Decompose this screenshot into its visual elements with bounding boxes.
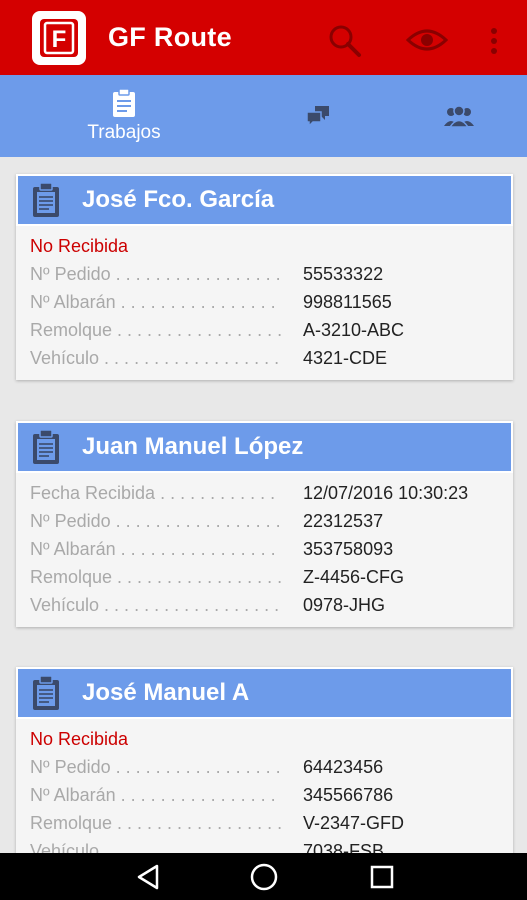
recents-icon[interactable]: [366, 861, 398, 893]
field-row: Nº Pedido . . . . . . . . . . . . . . . …: [30, 260, 513, 288]
card-body: No Recibida Nº Pedido . . . . . . . . . …: [16, 226, 513, 380]
card-header: José Fco. García: [16, 174, 513, 226]
clipboard-icon: [26, 673, 66, 713]
field-value: 22312537: [303, 511, 384, 531]
field-value: 345566786: [303, 785, 394, 805]
status-label: No Recibida: [30, 729, 129, 749]
field-value: 0978-JHG: [303, 595, 386, 615]
field-row: Nº Albarán . . . . . . . . . . . . . . .…: [30, 781, 513, 809]
more-vert-icon[interactable]: [488, 26, 500, 61]
field-label: Vehículo . . . . . . . . . . . . . . . .…: [30, 595, 280, 615]
field-label: Vehículo . . . . . . . . . . . . . . . .…: [30, 841, 280, 853]
field-label: Vehículo . . . . . . . . . . . . . . . .…: [30, 348, 280, 368]
field-label: Nº Pedido . . . . . . . . . . . . . . . …: [30, 264, 281, 284]
app-logo: F: [32, 11, 86, 65]
logo-icon: F: [40, 19, 78, 57]
tab-chat[interactable]: [300, 75, 336, 157]
card-header: Juan Manuel López: [16, 421, 513, 473]
field-row: Remolque . . . . . . . . . . . . . . . .…: [30, 563, 513, 591]
field-label: Fecha Recibida . . . . . . . . . . . .: [30, 483, 276, 503]
chat-icon: [306, 106, 329, 128]
field-value: A-3210-ABC: [303, 320, 405, 340]
field-value: 7038-FSB: [303, 841, 385, 853]
field-value: 353758093: [303, 539, 394, 559]
status-label: No Recibida: [30, 236, 129, 256]
job-list[interactable]: José Fco. García No Recibida Nº Pedido .…: [0, 157, 527, 853]
field-label: Remolque . . . . . . . . . . . . . . . .…: [30, 320, 283, 340]
field-row: Fecha Recibida . . . . . . . . . . . . 1…: [30, 479, 513, 507]
field-value: 64423456: [303, 757, 384, 777]
job-card[interactable]: Juan Manuel López Fecha Recibida . . . .…: [16, 421, 513, 627]
field-value: 12/07/2016 10:30:23: [303, 483, 469, 503]
field-label: Remolque . . . . . . . . . . . . . . . .…: [30, 813, 283, 833]
svg-text:F: F: [52, 26, 67, 53]
field-label: Remolque . . . . . . . . . . . . . . . .…: [30, 567, 283, 587]
field-label: Nº Albarán . . . . . . . . . . . . . . .…: [30, 785, 276, 805]
card-name: Juan Manuel López: [82, 433, 304, 460]
job-card[interactable]: José Fco. García No Recibida Nº Pedido .…: [16, 174, 513, 380]
eye-icon[interactable]: [405, 26, 449, 59]
field-value: 998811565: [303, 292, 392, 312]
field-label: Nº Pedido . . . . . . . . . . . . . . . …: [30, 511, 281, 531]
field-row: Remolque . . . . . . . . . . . . . . . .…: [30, 809, 513, 837]
search-icon[interactable]: [326, 22, 362, 63]
clipboard-icon: [113, 88, 135, 117]
card-header: José Manuel A: [16, 667, 513, 719]
clipboard-icon: [26, 427, 66, 467]
field-row: Vehículo . . . . . . . . . . . . . . . .…: [30, 591, 513, 619]
card-body: No Recibida Nº Pedido . . . . . . . . . …: [16, 719, 513, 853]
field-row: Nº Albarán . . . . . . . . . . . . . . .…: [30, 535, 513, 563]
field-value: V-2347-GFD: [303, 813, 405, 833]
home-icon[interactable]: [248, 861, 280, 893]
back-icon[interactable]: [132, 861, 164, 893]
field-row: Remolque . . . . . . . . . . . . . . . .…: [30, 316, 513, 344]
field-row: Nº Pedido . . . . . . . . . . . . . . . …: [30, 507, 513, 535]
tab-trabajos[interactable]: Trabajos: [84, 75, 164, 157]
tab-label: Trabajos: [87, 122, 161, 143]
field-row: Nº Albarán . . . . . . . . . . . . . . .…: [30, 288, 513, 316]
group-icon: [444, 105, 474, 128]
field-label: Nº Pedido . . . . . . . . . . . . . . . …: [30, 757, 281, 777]
clipboard-icon: [26, 180, 66, 220]
field-label: Nº Albarán . . . . . . . . . . . . . . .…: [30, 292, 276, 312]
card-name: José Manuel A: [82, 679, 250, 706]
system-nav-bar: [0, 853, 527, 900]
field-value: 4321-CDE: [303, 348, 388, 368]
card-body: Fecha Recibida . . . . . . . . . . . . 1…: [16, 473, 513, 627]
tab-bar: Trabajos: [0, 75, 527, 157]
field-row: Vehículo . . . . . . . . . . . . . . . .…: [30, 344, 513, 372]
field-row: Vehículo . . . . . . . . . . . . . . . .…: [30, 837, 513, 853]
app-bar: F GF Route: [0, 0, 527, 75]
field-value: 55533322: [303, 264, 384, 284]
card-name: José Fco. García: [82, 186, 275, 213]
job-card[interactable]: José Manuel A No Recibida Nº Pedido . . …: [16, 667, 513, 853]
tab-group[interactable]: [440, 75, 478, 157]
field-value: Z-4456-CFG: [303, 567, 405, 587]
app-title: GF Route: [108, 22, 232, 52]
field-row: Nº Pedido . . . . . . . . . . . . . . . …: [30, 753, 513, 781]
field-label: Nº Albarán . . . . . . . . . . . . . . .…: [30, 539, 276, 559]
